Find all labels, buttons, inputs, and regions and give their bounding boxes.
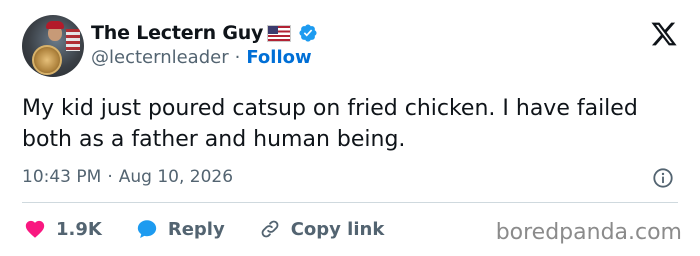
us-flag-icon <box>267 24 292 42</box>
boredpanda-watermark: boredpanda.com <box>495 220 682 245</box>
tweet-text: My kid just poured catsup on fried chick… <box>22 96 638 152</box>
reply-button[interactable]: Reply <box>136 218 225 240</box>
like-count: 1.9K <box>56 218 102 240</box>
copy-link-label: Copy link <box>290 218 385 240</box>
action-bar: 1.9K Reply Copy link <box>24 214 418 244</box>
follow-button[interactable]: Follow <box>246 47 311 68</box>
reply-label: Reply <box>167 218 225 240</box>
handle-row: @lecternleader · Follow <box>91 47 312 68</box>
display-name[interactable]: The Lectern Guy <box>91 22 263 44</box>
tweet-time[interactable]: 10:43 PM <box>22 167 101 187</box>
copy-link-button[interactable]: Copy link <box>259 218 385 240</box>
info-icon[interactable] <box>652 167 674 189</box>
divider <box>22 202 678 203</box>
author-handle[interactable]: @lecternleader <box>91 47 229 68</box>
tweet-date[interactable]: Aug 10, 2026 <box>119 167 233 187</box>
meta-separator: · <box>107 167 113 187</box>
heart-icon <box>25 220 45 238</box>
handle-separator: · <box>234 47 241 68</box>
like-button[interactable]: 1.9K <box>24 218 102 240</box>
x-logo-icon[interactable] <box>650 20 678 48</box>
tweet-meta: 10:43 PM · Aug 10, 2026 <box>22 167 233 187</box>
speech-bubble-icon <box>137 220 157 238</box>
verified-badge-icon <box>299 24 317 42</box>
avatar[interactable] <box>22 15 84 77</box>
link-icon <box>261 220 279 238</box>
author-name-row[interactable]: The Lectern Guy <box>91 20 318 46</box>
